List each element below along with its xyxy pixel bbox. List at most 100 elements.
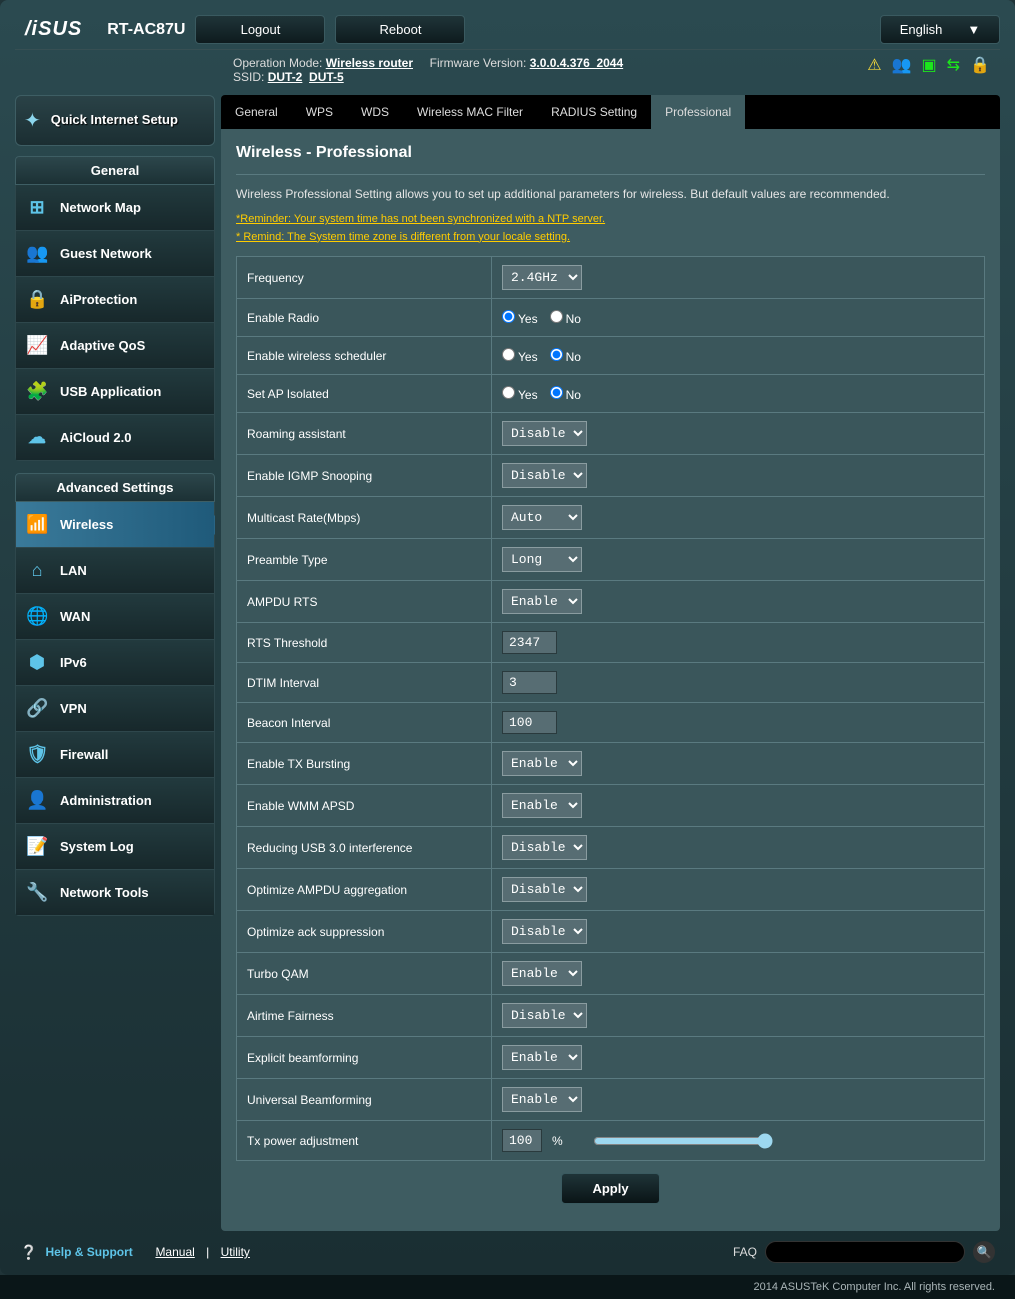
nav-label: AiProtection bbox=[60, 292, 137, 307]
reducing-usb-3-0-interference-select[interactable]: Disable bbox=[502, 835, 587, 860]
setting-label: Roaming assistant bbox=[237, 413, 492, 455]
enable-radio-yes-label[interactable]: Yes bbox=[502, 312, 538, 326]
tx-power-adjustment-slider[interactable] bbox=[593, 1133, 773, 1149]
enable-radio-no-radio[interactable] bbox=[550, 310, 563, 323]
nav-label: VPN bbox=[60, 701, 87, 716]
guest-network-icon: 👥 bbox=[26, 243, 48, 264]
nav-general-aicloud-2-0[interactable]: ☁ AiCloud 2.0 bbox=[15, 415, 215, 461]
optimize-ack-suppression-select[interactable]: Disable bbox=[502, 919, 587, 944]
firewall-icon: 🛡 bbox=[26, 744, 48, 765]
dtim-interval-input[interactable] bbox=[502, 671, 557, 694]
nav-advanced-system-log[interactable]: 📝System Log bbox=[15, 824, 215, 870]
enable-tx-bursting-select[interactable]: Enable bbox=[502, 751, 582, 776]
nav-general-aiprotection[interactable]: 🔒 AiProtection bbox=[15, 277, 215, 323]
enable-wireless-scheduler-yes-radio[interactable] bbox=[502, 348, 515, 361]
nav-label: Network Tools bbox=[60, 885, 149, 900]
aicloud-2-0-icon: ☁ bbox=[26, 427, 48, 448]
enable-radio-yes-radio[interactable] bbox=[502, 310, 515, 323]
logout-button[interactable]: Logout bbox=[195, 15, 325, 44]
network-tools-icon: 🔧 bbox=[26, 882, 48, 903]
frequency-select[interactable]: 2.4GHz bbox=[502, 265, 582, 290]
nav-label: Guest Network bbox=[60, 246, 152, 261]
copyright: 2014 ASUSTeK Computer Inc. All rights re… bbox=[0, 1275, 1015, 1299]
faq-label: FAQ bbox=[733, 1245, 757, 1259]
setting-label: Reducing USB 3.0 interference bbox=[237, 827, 492, 869]
nav-general-network-map[interactable]: ⊞Network Map bbox=[15, 185, 215, 231]
nav-advanced-wan[interactable]: 🌐WAN bbox=[15, 594, 215, 640]
airtime-fairness-select[interactable]: Disable bbox=[502, 1003, 587, 1028]
optimize-ampdu-aggregation-select[interactable]: Disable bbox=[502, 877, 587, 902]
tab-wds[interactable]: WDS bbox=[347, 95, 403, 129]
enable-wireless-scheduler-no-label[interactable]: No bbox=[550, 350, 581, 364]
tab-wireless-mac-filter[interactable]: Wireless MAC Filter bbox=[403, 95, 537, 129]
help-icon: ❔ bbox=[20, 1244, 37, 1261]
roaming-assistant-select[interactable]: Disable bbox=[502, 421, 587, 446]
setting-label: Tx power adjustment bbox=[237, 1121, 492, 1161]
nav-general-adaptive-qos[interactable]: 📈Adaptive QoS bbox=[15, 323, 215, 369]
tab-professional[interactable]: Professional bbox=[651, 95, 745, 129]
enable-wireless-scheduler-no-radio[interactable] bbox=[550, 348, 563, 361]
alert-icon[interactable]: ⚠ bbox=[867, 55, 881, 75]
reminder-ntp[interactable]: *Reminder: Your system time has not been… bbox=[236, 211, 985, 229]
nav-general-guest-network[interactable]: 👥 Guest Network bbox=[15, 231, 215, 277]
tab-general[interactable]: General bbox=[221, 95, 292, 129]
fw-label: Firmware Version: bbox=[430, 56, 527, 70]
aiprotection-icon: 🔒 bbox=[26, 289, 48, 310]
reboot-button[interactable]: Reboot bbox=[335, 15, 465, 44]
reminder-timezone[interactable]: * Remind: The System time zone is differ… bbox=[236, 229, 985, 247]
explicit-beamforming-select[interactable]: Enable bbox=[502, 1045, 582, 1070]
utility-link[interactable]: Utility bbox=[221, 1245, 250, 1259]
enable-wmm-apsd-select[interactable]: Enable bbox=[502, 793, 582, 818]
enable-wireless-scheduler-yes-label[interactable]: Yes bbox=[502, 350, 538, 364]
preamble-type-select[interactable]: Long bbox=[502, 547, 582, 572]
search-button[interactable]: 🔍 bbox=[973, 1241, 995, 1263]
users-icon[interactable]: 👥 bbox=[892, 55, 912, 75]
ssid2-link[interactable]: DUT-5 bbox=[309, 70, 344, 84]
internet-icon[interactable]: ▣ bbox=[922, 55, 937, 75]
tx-power-adjustment-input[interactable] bbox=[502, 1129, 542, 1152]
nav-advanced-network-tools[interactable]: 🔧 Network Tools bbox=[15, 870, 215, 916]
nav-advanced-firewall[interactable]: 🛡 Firewall bbox=[15, 732, 215, 778]
language-dropdown[interactable]: English ▼ bbox=[880, 15, 1000, 44]
universal-beamforming-select[interactable]: Enable bbox=[502, 1087, 582, 1112]
fw-link[interactable]: 3.0.0.4.376_2044 bbox=[530, 56, 623, 70]
enable-radio-no-label[interactable]: No bbox=[550, 312, 581, 326]
nav-advanced-wireless[interactable]: 📶Wireless bbox=[15, 502, 215, 548]
language-label: English bbox=[900, 22, 943, 37]
set-ap-isolated-yes-label[interactable]: Yes bbox=[502, 388, 538, 402]
op-mode-link[interactable]: Wireless router bbox=[326, 56, 413, 70]
manual-link[interactable]: Manual bbox=[155, 1245, 194, 1259]
nav-label: Firewall bbox=[60, 747, 108, 762]
nav-advanced-vpn[interactable]: 🔗VPN bbox=[15, 686, 215, 732]
beacon-interval-input[interactable] bbox=[502, 711, 557, 734]
lock-icon[interactable]: 🔒 bbox=[970, 55, 990, 75]
set-ap-isolated-no-label[interactable]: No bbox=[550, 388, 581, 402]
panel-description: Wireless Professional Setting allows you… bbox=[236, 187, 985, 201]
setting-label: AMPDU RTS bbox=[237, 581, 492, 623]
nav-advanced-administration[interactable]: 👤Administration bbox=[15, 778, 215, 824]
set-ap-isolated-yes-radio[interactable] bbox=[502, 386, 515, 399]
nav-label: AiCloud 2.0 bbox=[60, 430, 132, 445]
lan-icon: ⌂ bbox=[26, 560, 48, 581]
wireless-icon: 📶 bbox=[26, 514, 48, 535]
ssid1-link[interactable]: DUT-2 bbox=[268, 70, 303, 84]
apply-button[interactable]: Apply bbox=[561, 1173, 659, 1204]
quick-internet-setup[interactable]: ✦ Quick Internet Setup bbox=[15, 95, 215, 146]
set-ap-isolated-no-radio[interactable] bbox=[550, 386, 563, 399]
setting-label: Enable TX Bursting bbox=[237, 743, 492, 785]
setting-label: Frequency bbox=[237, 257, 492, 299]
ampdu-rts-select[interactable]: Enable bbox=[502, 589, 582, 614]
usb-icon[interactable]: ⇆ bbox=[947, 55, 960, 75]
turbo-qam-select[interactable]: Enable bbox=[502, 961, 582, 986]
nav-advanced-lan[interactable]: ⌂LAN bbox=[15, 548, 215, 594]
tab-wps[interactable]: WPS bbox=[292, 95, 347, 129]
nav-label: System Log bbox=[60, 839, 134, 854]
nav-advanced-ipv6[interactable]: ⬢IPv6 bbox=[15, 640, 215, 686]
faq-search-input[interactable] bbox=[765, 1241, 965, 1263]
tab-radius-setting[interactable]: RADIUS Setting bbox=[537, 95, 651, 129]
enable-igmp-snooping-select[interactable]: Disable bbox=[502, 463, 587, 488]
nav-general-usb-application[interactable]: 🧩USB Application bbox=[15, 369, 215, 415]
rts-threshold-input[interactable] bbox=[502, 631, 557, 654]
multicast-rate-mbps--select[interactable]: Auto bbox=[502, 505, 582, 530]
setting-label: Airtime Fairness bbox=[237, 995, 492, 1037]
